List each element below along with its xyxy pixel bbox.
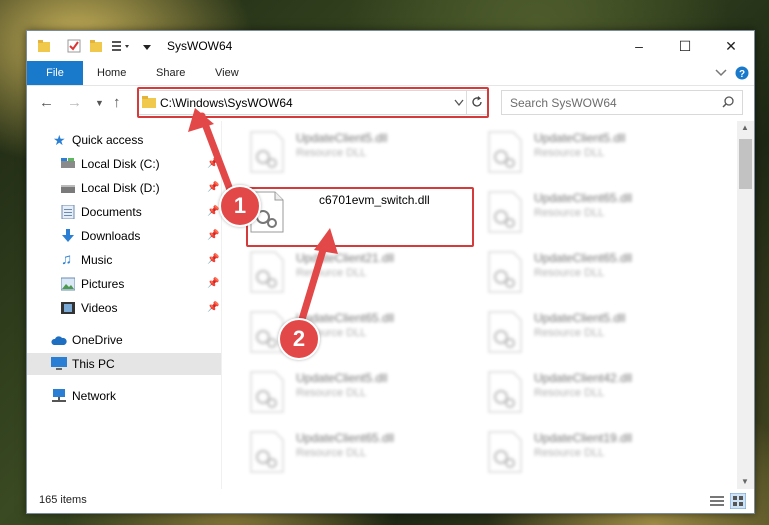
arrow-to-file [296, 236, 330, 330]
arrowhead-file [314, 228, 338, 254]
arrow-to-address [198, 112, 236, 199]
step-1-badge: 1 [219, 185, 261, 227]
annotation-arrows [188, 108, 338, 330]
step-2-badge: 2 [278, 318, 320, 360]
